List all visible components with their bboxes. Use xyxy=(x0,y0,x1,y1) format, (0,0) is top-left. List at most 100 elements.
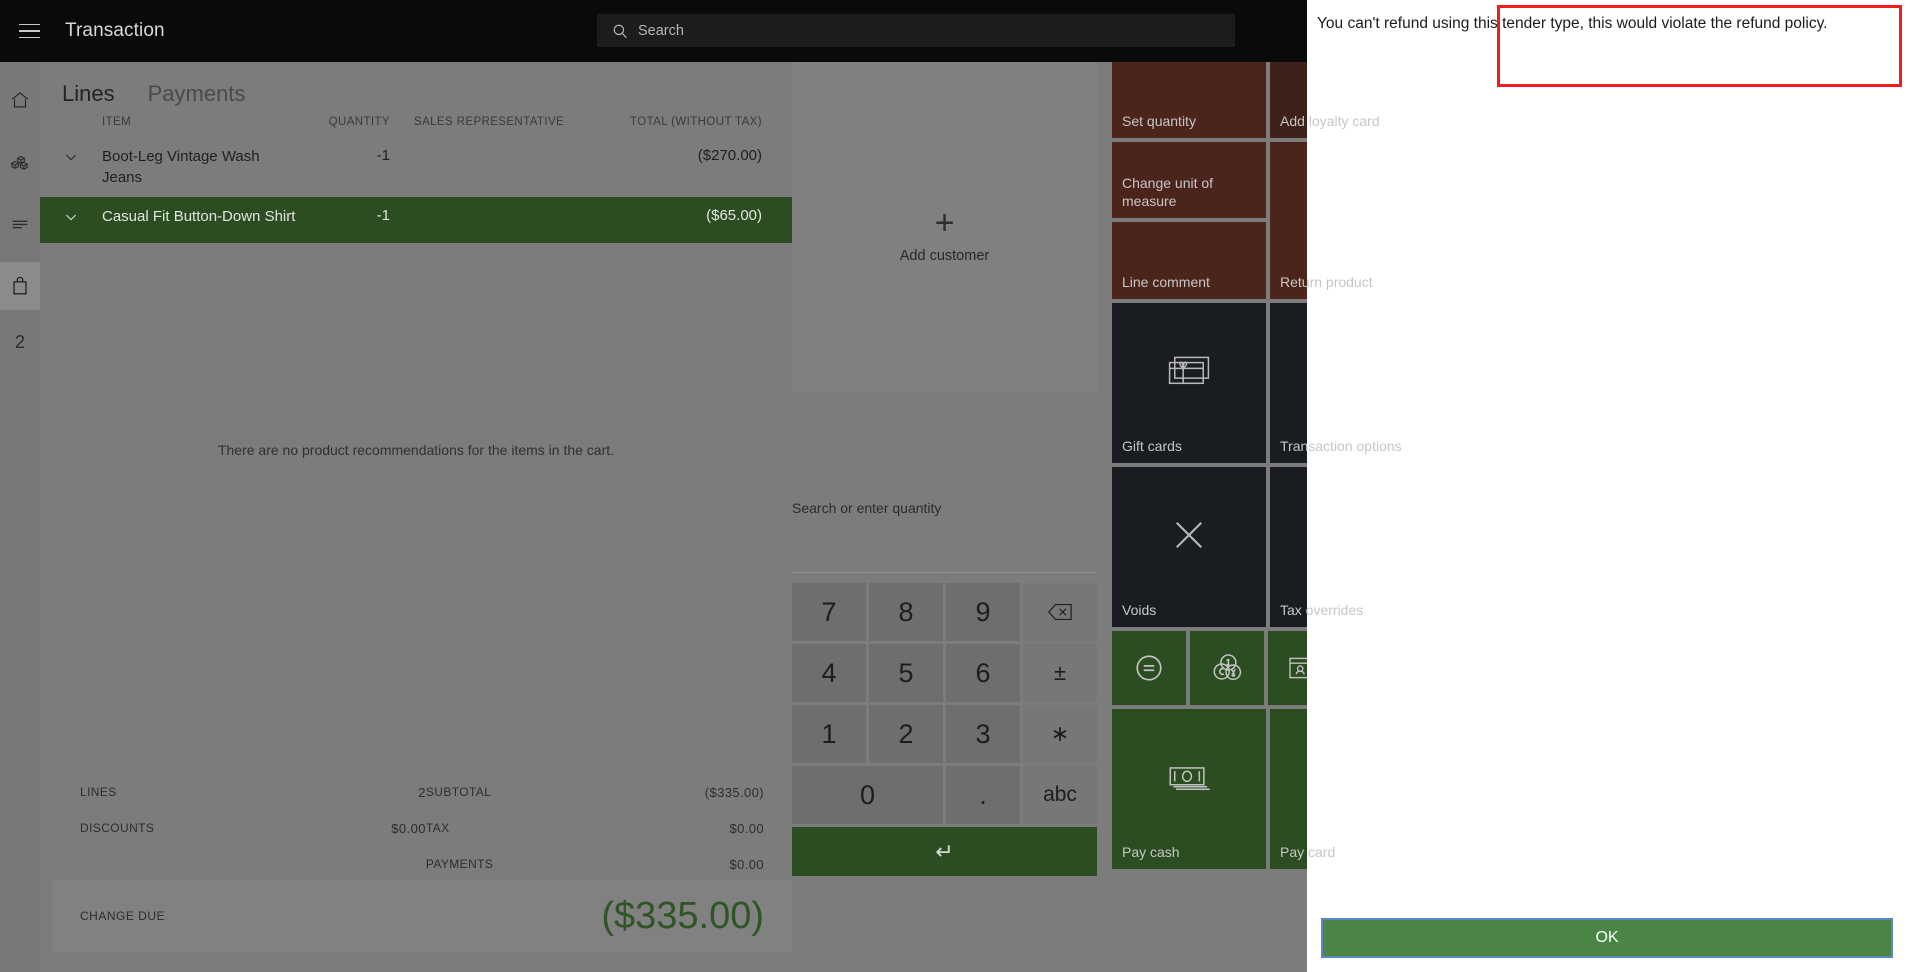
quantity-hint: Search or enter quantity xyxy=(792,500,942,516)
tile-label: Voids xyxy=(1122,602,1157,618)
row-quantity: -1 xyxy=(376,147,390,164)
chevron-down-icon[interactable] xyxy=(40,206,102,225)
plus-icon: + xyxy=(934,204,955,242)
ok-button[interactable]: OK xyxy=(1321,918,1893,958)
tile-change-unit-of-measure[interactable]: Change unit of measure xyxy=(1112,142,1266,218)
tab-payments[interactable]: Payments xyxy=(148,81,246,107)
enter-key[interactable]: ↵ xyxy=(792,827,1097,876)
key-2[interactable]: 2 xyxy=(869,705,943,763)
row-total: ($65.00) xyxy=(706,207,762,224)
refund-policy-dialog: You can't refund using this tender type,… xyxy=(1307,0,1910,972)
plus-minus-key[interactable]: ± xyxy=(1023,644,1097,702)
tile-label: Change unit of measure xyxy=(1122,175,1214,209)
totals-subtotal-label: SUBTOTAL xyxy=(425,785,492,799)
table-row[interactable]: Casual Fit Button-Down Shirt -1 ($65.00) xyxy=(40,197,792,243)
cart-count-badge: 2 xyxy=(14,331,25,352)
backspace-icon[interactable] xyxy=(1023,583,1097,641)
key-5[interactable]: 5 xyxy=(869,644,943,702)
totals-lines: LINES 2 xyxy=(80,785,426,800)
tile-set-quantity[interactable]: Set quantity xyxy=(1112,62,1266,138)
add-customer-button[interactable]: + Add customer xyxy=(792,62,1097,392)
table-row[interactable]: Boot-Leg Vintage Wash Jeans -1 ($270.00) xyxy=(40,137,792,197)
tile-label: Add loyalty card xyxy=(1280,113,1380,129)
add-customer-label: Add customer xyxy=(899,248,990,264)
totals-tax-label: TAX xyxy=(425,821,450,835)
key-abc[interactable]: abc xyxy=(1023,766,1097,824)
sidebar-item-inventory[interactable] xyxy=(0,138,40,186)
cart-tabs: Lines Payments xyxy=(40,62,792,107)
tile-label: Tax overrides xyxy=(1280,602,1364,618)
tile-voids[interactable]: Voids xyxy=(1112,467,1266,627)
totals-tax: TAX $0.00 xyxy=(426,821,764,836)
key-9[interactable]: 9 xyxy=(946,583,1020,641)
key-decimal[interactable]: . xyxy=(946,766,1020,824)
column-header-sales-rep: SALES REPRESENTATIVE xyxy=(414,116,565,128)
row-item-name: Boot-Leg Vintage Wash Jeans xyxy=(102,148,260,186)
sidebar-item-lines[interactable] xyxy=(0,200,40,248)
page-title: Transaction xyxy=(65,20,165,41)
recommendations-message: There are no product recommendations for… xyxy=(217,442,615,458)
row-item-name: Casual Fit Button-Down Shirt xyxy=(102,208,296,225)
currency-coins-icon xyxy=(1190,631,1264,705)
cash-bill-icon xyxy=(1112,709,1266,845)
key-4[interactable]: 4 xyxy=(792,644,866,702)
tile-label: Pay cash xyxy=(1122,844,1180,860)
row-quantity: -1 xyxy=(376,207,390,224)
totals-tax-value: $0.00 xyxy=(729,821,764,836)
left-navigation-rail: 2 xyxy=(0,62,40,972)
totals-discounts: DISCOUNTS $0.00 xyxy=(80,821,426,836)
cart-panel: Lines Payments ITEM QUANTITY SALES REPRE… xyxy=(40,62,792,972)
column-header-total: TOTAL (WITHOUT TAX) xyxy=(630,116,762,128)
key-3[interactable]: 3 xyxy=(946,705,1020,763)
change-due-value: ($335.00) xyxy=(601,894,764,937)
asterisk-key[interactable]: ∗ xyxy=(1023,705,1097,763)
totals-subtotal-value: ($335.00) xyxy=(704,785,764,800)
hamburger-icon[interactable] xyxy=(0,0,58,62)
search-icon xyxy=(613,24,627,38)
tile-label: Pay card xyxy=(1280,844,1336,860)
tab-lines[interactable]: Lines xyxy=(62,81,115,107)
totals-lines-label: LINES xyxy=(80,785,117,799)
key-8[interactable]: 8 xyxy=(869,583,943,641)
chevron-down-icon[interactable] xyxy=(40,146,102,165)
customer-and-keypad-column: + Add customer Search or enter quantity … xyxy=(792,62,1110,972)
tile-line-comment[interactable]: Line comment xyxy=(1112,222,1266,299)
sidebar-item-home[interactable] xyxy=(0,76,40,124)
row-total: ($270.00) xyxy=(697,147,762,164)
search-input[interactable]: Search xyxy=(597,14,1235,47)
key-7[interactable]: 7 xyxy=(792,583,866,641)
column-header-quantity: QUANTITY xyxy=(328,116,390,128)
tile-label: Line comment xyxy=(1122,274,1210,290)
totals-discounts-value: $0.00 xyxy=(391,821,426,836)
equals-circle-icon xyxy=(1112,631,1186,705)
close-x-icon xyxy=(1112,467,1266,603)
totals-payments-label: PAYMENTS xyxy=(425,857,494,871)
dialog-message: You can't refund using this tender type,… xyxy=(1317,15,1828,32)
tile-label: Transaction options xyxy=(1280,438,1402,454)
tile-gift-cards[interactable]: Gift cards xyxy=(1112,303,1266,463)
tile-label: Gift cards xyxy=(1122,438,1182,454)
tile-label: Return product xyxy=(1280,274,1373,290)
tile-equals-payment[interactable] xyxy=(1112,631,1186,705)
totals-payments-value: $0.00 xyxy=(729,857,764,872)
cart-totals: LINES 2 DISCOUNTS $0.00 SUBTOTAL ($335.0… xyxy=(52,785,792,872)
tile-label: Set quantity xyxy=(1122,113,1196,129)
cart-column-headers: ITEM QUANTITY SALES REPRESENTATIVE TOTAL… xyxy=(40,107,792,137)
totals-subtotal: SUBTOTAL ($335.00) xyxy=(426,785,764,800)
change-due-label: CHANGE DUE xyxy=(80,909,166,923)
totals-discounts-label: DISCOUNTS xyxy=(80,821,155,835)
search-placeholder: Search xyxy=(638,22,684,39)
change-due-bar: CHANGE DUE ($335.00) xyxy=(52,880,792,952)
key-6[interactable]: 6 xyxy=(946,644,1020,702)
column-header-item: ITEM xyxy=(102,116,132,128)
gift-card-icon xyxy=(1112,303,1266,439)
sidebar-item-cart[interactable] xyxy=(0,262,40,310)
key-0[interactable]: 0 xyxy=(792,766,943,824)
key-1[interactable]: 1 xyxy=(792,705,866,763)
numeric-keypad: 7 8 9 4 5 6 ± 1 2 3 ∗ 0 . abc ↵ xyxy=(792,572,1097,876)
tile-currency-payment[interactable] xyxy=(1190,631,1264,705)
screen-root: Transaction Search 2 Lines Payments ITEM… xyxy=(0,0,1910,972)
totals-lines-value: 2 xyxy=(418,785,426,800)
totals-payments: PAYMENTS $0.00 xyxy=(426,857,764,872)
tile-pay-cash[interactable]: Pay cash xyxy=(1112,709,1266,869)
